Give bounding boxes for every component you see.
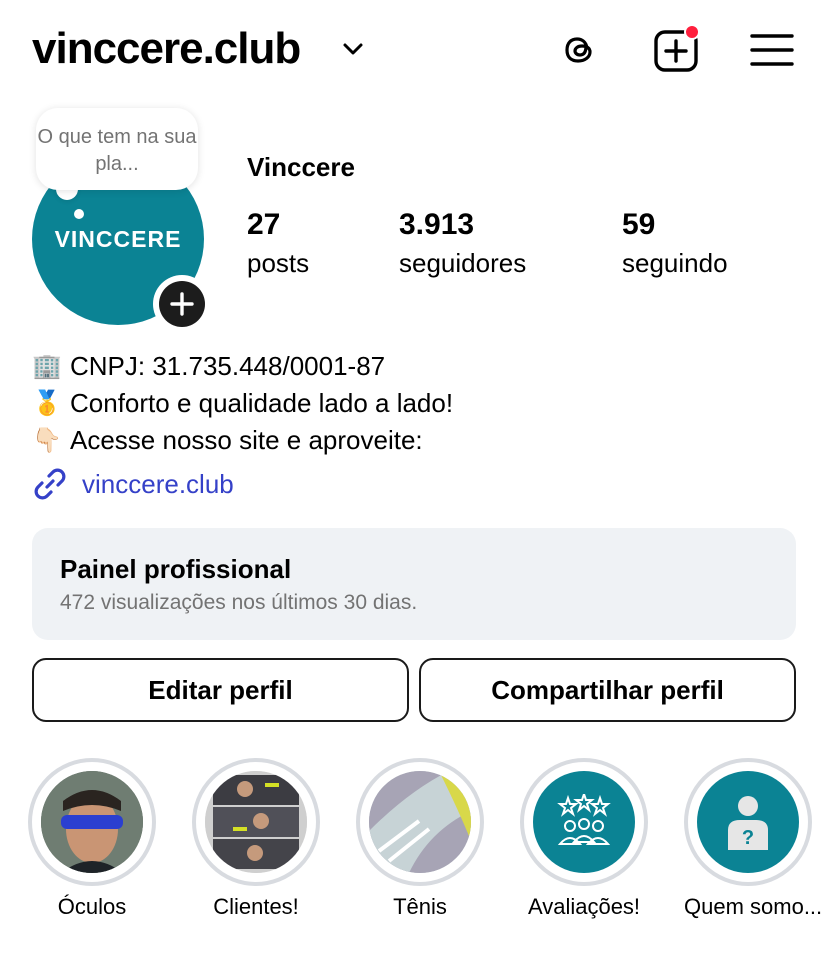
svg-text:?: ? bbox=[742, 827, 754, 849]
bio-line: 🥇 Conforto e qualidade lado a lado! bbox=[32, 385, 453, 422]
threads-icon[interactable] bbox=[556, 26, 604, 74]
stat-posts[interactable]: 27 posts bbox=[247, 208, 309, 279]
note-text: O que tem na sua pla... bbox=[37, 126, 197, 175]
highlight-label: Tênis bbox=[393, 894, 447, 919]
highlight-ring: ? bbox=[684, 758, 812, 886]
stat-followers-value: 3.913 bbox=[399, 208, 475, 241]
bio-link[interactable]: vinccere.club bbox=[32, 466, 234, 502]
bio-line: 👇🏻 Acesse nosso site e aproveite: bbox=[32, 422, 453, 459]
highlight-oculos[interactable]: Óculos bbox=[28, 758, 156, 920]
highlight-ring bbox=[28, 758, 156, 886]
bio-link-text[interactable]: vinccere.club bbox=[82, 469, 234, 500]
highlight-avaliacoes[interactable]: Avaliações! bbox=[520, 758, 648, 920]
professional-dashboard[interactable]: Painel profissional 472 visualizações no… bbox=[32, 528, 796, 640]
stat-following[interactable]: 59 seguindo bbox=[622, 208, 728, 279]
dashboard-title: Painel profissional bbox=[60, 554, 292, 584]
notification-dot bbox=[684, 24, 700, 40]
medal-icon: 🥇 bbox=[32, 390, 62, 417]
share-profile-button[interactable]: Compartilhar perfil bbox=[419, 658, 796, 722]
dashboard-subtitle: 472 visualizações nos últimos 30 dias. bbox=[60, 591, 418, 614]
person-question-icon: ? bbox=[728, 796, 768, 850]
pointing-down-icon: 👇🏻 bbox=[32, 427, 62, 454]
stat-followers[interactable]: 3.913 seguidores bbox=[399, 208, 526, 279]
stat-followers-label: seguidores bbox=[399, 248, 527, 278]
highlight-clientes[interactable]: Clientes! bbox=[192, 758, 320, 920]
highlight-label: Óculos bbox=[57, 894, 127, 919]
highlight-cover-customers bbox=[205, 771, 307, 873]
highlight-quem-somos[interactable]: ? Quem somo... bbox=[684, 758, 823, 920]
highlight-label: Clientes! bbox=[213, 894, 299, 919]
building-icon: 🏢 bbox=[32, 353, 62, 380]
stat-posts-label: posts bbox=[247, 248, 310, 278]
highlight-cover-sneakers bbox=[369, 771, 471, 873]
account-username[interactable]: vinccere.club bbox=[32, 24, 301, 74]
avatar-logo-text: VINCCERE bbox=[54, 225, 182, 252]
stat-posts-value: 27 bbox=[247, 208, 281, 241]
highlight-cover-about: ? bbox=[697, 771, 799, 873]
add-story-button[interactable] bbox=[153, 275, 211, 333]
display-name: Vinccere bbox=[247, 152, 355, 182]
stat-following-label: seguindo bbox=[622, 248, 728, 278]
highlight-ring bbox=[356, 758, 484, 886]
avatar-logo-dot bbox=[74, 209, 84, 219]
bio-text: CNPJ: 31.735.448/0001-87 bbox=[70, 351, 386, 381]
edit-profile-button[interactable]: Editar perfil bbox=[32, 658, 409, 722]
highlight-label: Avaliações! bbox=[527, 894, 641, 919]
highlight-ring bbox=[192, 758, 320, 886]
highlight-label: Quem somo... bbox=[684, 894, 823, 919]
top-bar: vinccere.club bbox=[0, 0, 828, 100]
bio-text: Conforto e qualidade lado a lado! bbox=[70, 388, 454, 418]
highlight-tenis[interactable]: Tênis bbox=[356, 758, 484, 920]
highlight-cover-reviews bbox=[533, 771, 635, 873]
highlight-ring bbox=[520, 758, 648, 886]
bio-text: Acesse nosso site e aproveite: bbox=[70, 425, 423, 455]
highlight-cover-sunglasses bbox=[41, 771, 143, 873]
stat-following-value: 59 bbox=[622, 208, 656, 241]
plus-icon bbox=[170, 292, 194, 316]
note-bubble[interactable]: O que tem na sua pla... bbox=[36, 108, 198, 190]
reviews-icon bbox=[557, 794, 611, 845]
chevron-down-icon[interactable] bbox=[342, 40, 364, 58]
bio-line: 🏢 CNPJ: 31.735.448/0001-87 bbox=[32, 348, 453, 385]
menu-icon[interactable] bbox=[748, 26, 796, 74]
bio: 🏢 CNPJ: 31.735.448/0001-87 🥇 Conforto e … bbox=[32, 348, 453, 459]
link-icon bbox=[34, 468, 66, 500]
